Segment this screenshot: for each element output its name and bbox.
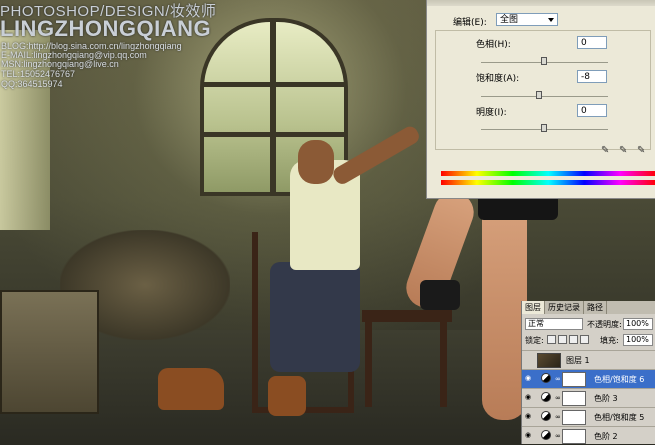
tab-layers[interactable]: 图层 [522,301,545,314]
layer-mask-thumbnail[interactable] [562,410,586,425]
saturation-input[interactable]: -8 [577,70,607,83]
small-table [362,310,452,322]
link-icon: ∞ [555,375,561,383]
link-icon: ∞ [555,432,561,440]
eye-icon[interactable]: ◉ [525,375,533,382]
layers-panel: 图层 历史记录 路径 正常 不透明度: 100% 锁定: 填充: 100% 图层… [521,301,655,444]
adjustment-layer-icon [541,411,551,421]
layer-name: 色相/饱和度 6 [594,375,645,384]
opacity-label: 不透明度: [587,320,622,329]
eye-icon[interactable]: ◉ [525,413,533,420]
layer-row-selected[interactable]: ◉ ∞ 色相/饱和度 6 [522,369,655,388]
eyedropper-icon[interactable]: ✎ [601,146,611,156]
layer-mask-thumbnail[interactable] [562,372,586,387]
hue-input[interactable]: 0 [577,36,607,49]
dialog-titlebar[interactable] [427,0,655,6]
layer-thumbnail [537,353,561,368]
layer-name: 图层 1 [566,356,590,365]
layer-row[interactable]: ◉ ∞ 色相/饱和度 5 [522,407,655,426]
tab-history[interactable]: 历史记录 [545,301,584,314]
adjustment-layer-icon [541,392,551,402]
lightness-input[interactable]: 0 [577,104,607,117]
eyedropper-minus-icon[interactable]: ✎ [637,146,647,156]
boot-right [268,376,306,416]
lock-transparent-icon[interactable] [547,335,556,344]
saturation-slider-track[interactable] [481,96,608,97]
eyedropper-plus-icon[interactable]: ✎ [619,146,629,156]
layer-name: 色阶 2 [594,432,618,441]
link-icon: ∞ [555,413,561,421]
eye-icon[interactable]: ◉ [525,394,533,401]
lightness-slider-thumb[interactable] [541,124,547,132]
layer-row[interactable]: ◉ ∞ 色阶 3 [522,388,655,407]
edit-label: 编辑(E): [453,18,487,28]
blend-row: 正常 不透明度: 100% [525,318,653,330]
adjustment-layer-icon [541,430,551,440]
old-cabinet [0,290,99,414]
chevron-down-icon [548,18,554,22]
lightness-label: 明度(I): [476,108,507,118]
edit-select[interactable]: 全图 [496,13,558,26]
fill-label: 填充: [600,336,619,345]
lock-label: 锁定: [525,336,544,345]
layers-tabs: 图层 历史记录 路径 [522,301,655,314]
eye-icon[interactable]: ◉ [525,432,533,439]
man-jeans [270,262,360,372]
saturation-slider-thumb[interactable] [536,91,542,99]
watermark-name: LINGZHONGQIANG [0,16,212,41]
high-heel [420,280,460,310]
layer-name: 色阶 3 [594,394,618,403]
adjustment-layer-icon [541,373,551,383]
layer-mask-thumbnail[interactable] [562,429,586,444]
hue-saturation-dialog: 编辑(E): 全图 色相(H): 0 饱和度(A): -8 明度(I): 0 ✎… [426,0,655,199]
watermark-qq: QQ:364515974 [1,79,63,89]
tab-paths[interactable]: 路径 [584,301,607,314]
layer-name: 色相/饱和度 5 [594,413,645,422]
layer-mask-thumbnail[interactable] [562,391,586,406]
hue-spectrum-bar-bottom [441,180,655,185]
opacity-input[interactable]: 100% [623,318,653,330]
adjust-group [435,30,651,150]
blend-mode-select[interactable]: 正常 [525,318,583,330]
edit-select-value: 全图 [500,15,519,25]
link-icon: ∞ [555,394,561,402]
watermark-tel: TEL:15052476767 [1,69,76,79]
fill-input[interactable]: 100% [623,334,653,346]
boot-left [158,368,224,410]
man-head [298,140,334,184]
watermark-msn: MSN:lingzhongqiang@live.cn [1,59,119,69]
lock-brush-icon[interactable] [558,335,567,344]
saturation-label: 饱和度(A): [476,74,520,84]
layer-row[interactable]: ◉ ∞ 色阶 2 [522,426,655,445]
lock-move-icon[interactable] [569,335,578,344]
hue-spectrum-bar-top [441,171,655,176]
hue-slider-thumb[interactable] [541,57,547,65]
hue-label: 色相(H): [476,40,511,50]
layer-row[interactable]: 图层 1 [522,350,655,369]
lock-row: 锁定: 填充: 100% [525,334,653,346]
visibility-toggle[interactable] [525,356,533,362]
lock-all-icon[interactable] [580,335,589,344]
